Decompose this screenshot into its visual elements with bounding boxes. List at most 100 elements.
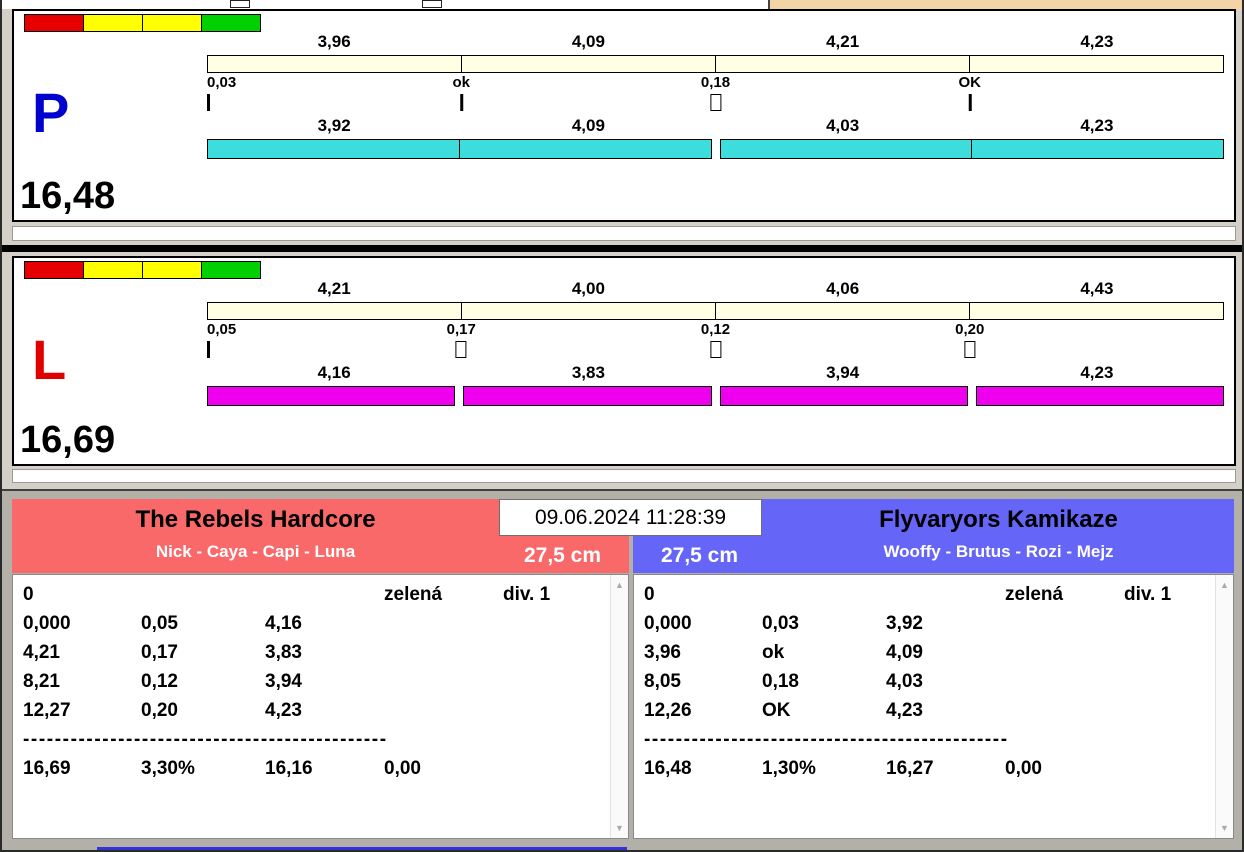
crossing-marker: 0,12: [701, 321, 730, 358]
team-name: The Rebels Hardcore: [135, 506, 376, 533]
crossing-value: OK: [958, 74, 982, 91]
crossing-value: 0,03: [207, 74, 237, 91]
time-segment: [975, 386, 1224, 406]
crossing-marker: 0,17: [447, 321, 476, 358]
split-label: 4,43: [1080, 279, 1114, 298]
division: div. 1: [1124, 584, 1172, 605]
team-name: Flyvaryors Kamikaze: [879, 506, 1118, 533]
net-time: 16,16: [265, 758, 313, 779]
team-results-table-left: 0 zelená div. 1 0,000 0,05 4,16 4,21 0,17 3,83…: [12, 574, 629, 839]
dog-time: 4,23: [886, 700, 923, 721]
totals-row: 16,69 3,30% 16,16 0,00: [23, 754, 606, 783]
time-bar: [207, 139, 1224, 159]
scroll-down-icon[interactable]: ▼: [1216, 820, 1233, 836]
time-segment: [971, 139, 1224, 159]
time-label: 4,09: [571, 116, 605, 135]
cross-time: 0,18: [762, 671, 799, 692]
crossing-value: 0,18: [700, 74, 731, 91]
split-row: 8,21 0,12 3,94: [23, 667, 606, 696]
cross-time: ok: [762, 642, 785, 663]
crossing-value: 0,17: [446, 321, 476, 338]
vertical-scrollbar[interactable]: ▲ ▼: [1215, 575, 1233, 838]
split-row: 0,000 0,05 4,16: [23, 609, 606, 638]
crossing-markers: 0,05 0,17 0,12 0,20: [207, 320, 1224, 364]
split-bar-labels: 4,21 4,00 4,06 4,43: [207, 279, 1224, 302]
jump-height: 27,5 cm: [660, 544, 739, 567]
background-window-fragment: [2, 0, 768, 9]
traffic-light: [24, 261, 261, 279]
lane-panel-p: P 16,48 3,96 4,09 4,21 4,23 0,03 ok 0,18…: [12, 9, 1236, 222]
vertical-scrollbar[interactable]: ▲ ▼: [610, 575, 628, 838]
lane-letter-p: P: [32, 81, 70, 144]
split-label: 4,09: [571, 32, 605, 51]
traffic-light-green: [201, 14, 261, 32]
time-label: 4,03: [826, 116, 860, 135]
penalty: 0,00: [1005, 758, 1042, 779]
lane-status-strip: [12, 469, 1236, 483]
team-members: Wooffy - Brutus - Rozi - Mejz: [883, 542, 1114, 561]
lane-total-time: 16,48: [20, 175, 116, 218]
scroll-down-icon[interactable]: ▼: [611, 820, 628, 836]
start-flag: 0: [644, 584, 655, 605]
time-label: 4,23: [1080, 363, 1114, 382]
divider-row: ----------------------------------------…: [644, 729, 1009, 750]
start-flag: 0: [23, 584, 34, 605]
total-percent: 1,30%: [762, 758, 816, 779]
cumulative-time: 8,05: [644, 671, 681, 692]
lane-letter-l: L: [32, 328, 67, 391]
traffic-light: [24, 14, 261, 32]
penalty: 0,00: [384, 758, 421, 779]
traffic-light-red: [24, 261, 84, 279]
time-label: 3,83: [571, 363, 605, 382]
lane-panel-l: L 16,69 4,21 4,00 4,06 4,43 0,05 0,17 0,…: [12, 256, 1236, 466]
traffic-light-yellow-1: [83, 14, 143, 32]
crossing-marker: 0,05: [207, 321, 236, 358]
crossing-indicator-icon: [968, 94, 972, 111]
cumulative-time: 12,27: [23, 700, 71, 721]
horizontal-scroll-indicator[interactable]: [97, 847, 627, 850]
time-segment: [463, 386, 712, 406]
split-label: 4,00: [571, 279, 605, 298]
crossing-indicator-icon: [459, 94, 463, 111]
timestamp: 09.06.2024 11:28:39: [499, 499, 762, 536]
traffic-light-green: [201, 261, 261, 279]
split-row: 12,26 OK 4,23: [644, 696, 1211, 725]
time-bar: [207, 386, 1224, 406]
cross-time: 0,17: [141, 642, 178, 663]
scroll-up-icon[interactable]: ▲: [1216, 577, 1233, 593]
time-label: 3,92: [317, 116, 351, 135]
team-members: Nick - Caya - Capi - Luna: [155, 542, 356, 561]
traffic-light-red: [24, 14, 84, 32]
time-segment: [207, 386, 456, 406]
split-segment: [461, 303, 715, 319]
window-fragment-box: [230, 0, 250, 8]
lane-bars: 4,21 4,00 4,06 4,43 0,05 0,17 0,12 0,20 …: [207, 279, 1224, 406]
cross-time: 0,05: [141, 613, 178, 634]
split-label: 3,96: [317, 32, 351, 51]
crossing-indicator-icon: [207, 341, 210, 358]
window-fragment-box: [422, 0, 442, 8]
crossing-indicator-icon: [709, 341, 721, 358]
split-label: 4,23: [1080, 32, 1114, 51]
dog-time: 4,23: [265, 700, 302, 721]
lane-status-strip: [12, 226, 1236, 241]
lane-total-time: 16,69: [20, 419, 116, 462]
crossing-marker: OK: [958, 74, 982, 111]
time-segment: [719, 386, 968, 406]
total-time: 16,69: [23, 758, 71, 779]
split-segment: [715, 303, 969, 319]
split-segment: [969, 56, 1223, 72]
traffic-light-yellow-2: [142, 14, 202, 32]
time-bar-labels: 4,16 3,83 3,94 4,23: [207, 363, 1224, 386]
scroll-up-icon[interactable]: ▲: [611, 577, 628, 593]
time-segment: [207, 139, 460, 159]
split-segment: [208, 303, 461, 319]
light-status: zelená: [1005, 584, 1064, 605]
crossing-markers: 0,03 ok 0,18 OK: [207, 73, 1224, 117]
team-results-table-right: 0 zelená div. 1 0,000 0,03 3,92 3,96 ok 4,09 8…: [633, 574, 1234, 839]
crossing-value: 0,20: [955, 321, 985, 338]
dog-time: 4,16: [265, 613, 302, 634]
net-time: 16,27: [886, 758, 934, 779]
lane-bars: 3,96 4,09 4,21 4,23 0,03 ok 0,18 OK 3,92…: [207, 32, 1224, 159]
split-bar-labels: 3,96 4,09 4,21 4,23: [207, 32, 1224, 55]
